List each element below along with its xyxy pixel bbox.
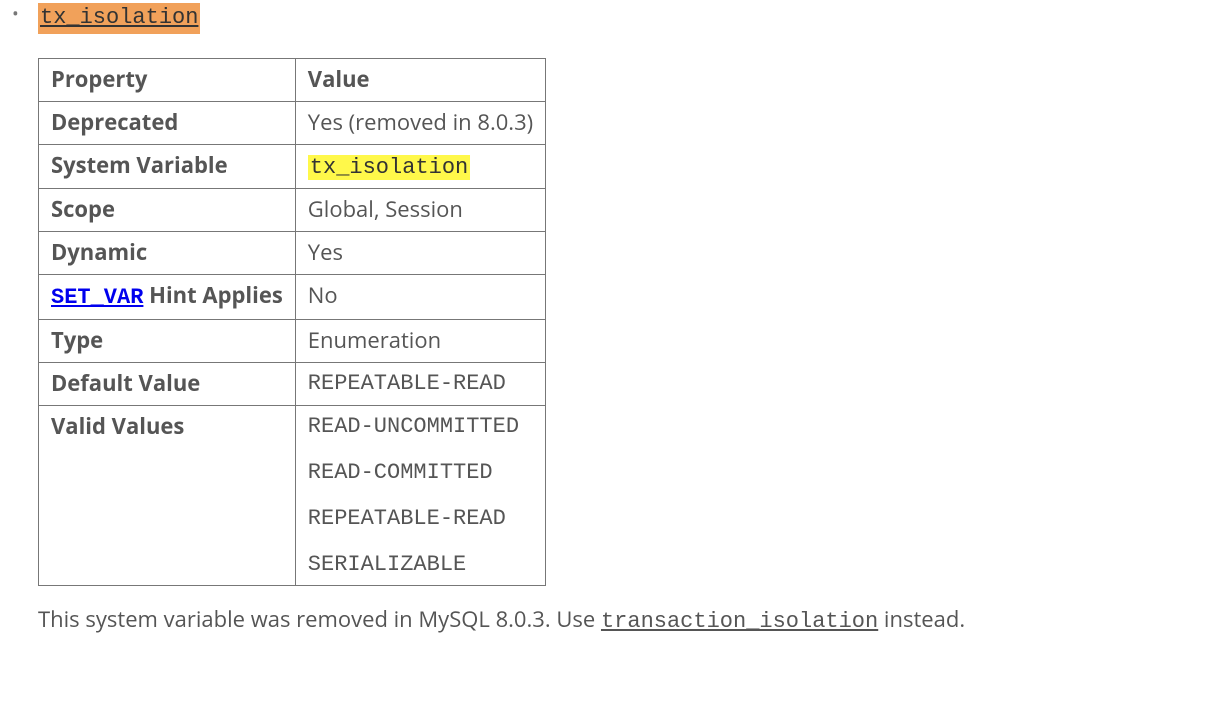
col-header-value: Value xyxy=(295,58,545,101)
sysvar-heading-link[interactable]: tx_isolation xyxy=(38,3,200,34)
row-value-type: Enumeration xyxy=(295,320,545,363)
table-row: System Variable tx_isolation xyxy=(39,144,546,189)
row-label-default-value: Default Value xyxy=(39,363,296,406)
col-header-property: Property xyxy=(39,58,296,101)
row-label-type: Type xyxy=(39,320,296,363)
setvar-link[interactable]: SET_VAR xyxy=(51,285,143,310)
note-text-post: instead. xyxy=(878,604,965,634)
row-label-dynamic: Dynamic xyxy=(39,232,296,275)
row-label-system-variable: System Variable xyxy=(39,144,296,189)
table-row: Default Value REPEATABLE-READ xyxy=(39,363,546,406)
table-row: Deprecated Yes (removed in 8.0.3) xyxy=(39,101,546,144)
table-row: Dynamic Yes xyxy=(39,232,546,275)
row-value-scope: Global, Session xyxy=(295,189,545,232)
row-value-system-variable: tx_isolation xyxy=(295,144,545,189)
row-value-valid-values: READ-UNCOMMITTED READ-COMMITTED REPEATAB… xyxy=(295,405,545,586)
row-value-default-value: REPEATABLE-READ xyxy=(295,363,545,406)
table-row: Valid Values READ-UNCOMMITTED READ-COMMI… xyxy=(39,405,546,586)
sysvar-item: tx_isolation Property Value Deprecated Y… xyxy=(18,0,1224,638)
row-label-setvar: SET_VAR Hint Applies xyxy=(39,275,296,320)
valid-value-item: READ-UNCOMMITTED xyxy=(308,411,533,443)
sysvar-name-highlight: tx_isolation xyxy=(308,155,470,180)
valid-value-item: REPEATABLE-READ xyxy=(308,503,533,535)
valid-value-item: SERIALIZABLE xyxy=(308,549,533,581)
row-value-deprecated: Yes (removed in 8.0.3) xyxy=(295,101,545,144)
property-table: Property Value Deprecated Yes (removed i… xyxy=(38,58,546,587)
valid-value-item: READ-COMMITTED xyxy=(308,457,533,489)
row-value-dynamic: Yes xyxy=(295,232,545,275)
row-label-scope: Scope xyxy=(39,189,296,232)
row-label-deprecated: Deprecated xyxy=(39,101,296,144)
row-label-valid-values: Valid Values xyxy=(39,405,296,586)
table-row: Scope Global, Session xyxy=(39,189,546,232)
setvar-label-rest: Hint Applies xyxy=(143,280,282,310)
note-text-pre: This system variable was removed in MySQ… xyxy=(38,604,601,634)
transaction-isolation-link[interactable]: transaction_isolation xyxy=(601,609,878,634)
removed-note: This system variable was removed in MySQ… xyxy=(38,604,1224,638)
table-row: Type Enumeration xyxy=(39,320,546,363)
table-row: SET_VAR Hint Applies No xyxy=(39,275,546,320)
row-value-setvar: No xyxy=(295,275,545,320)
